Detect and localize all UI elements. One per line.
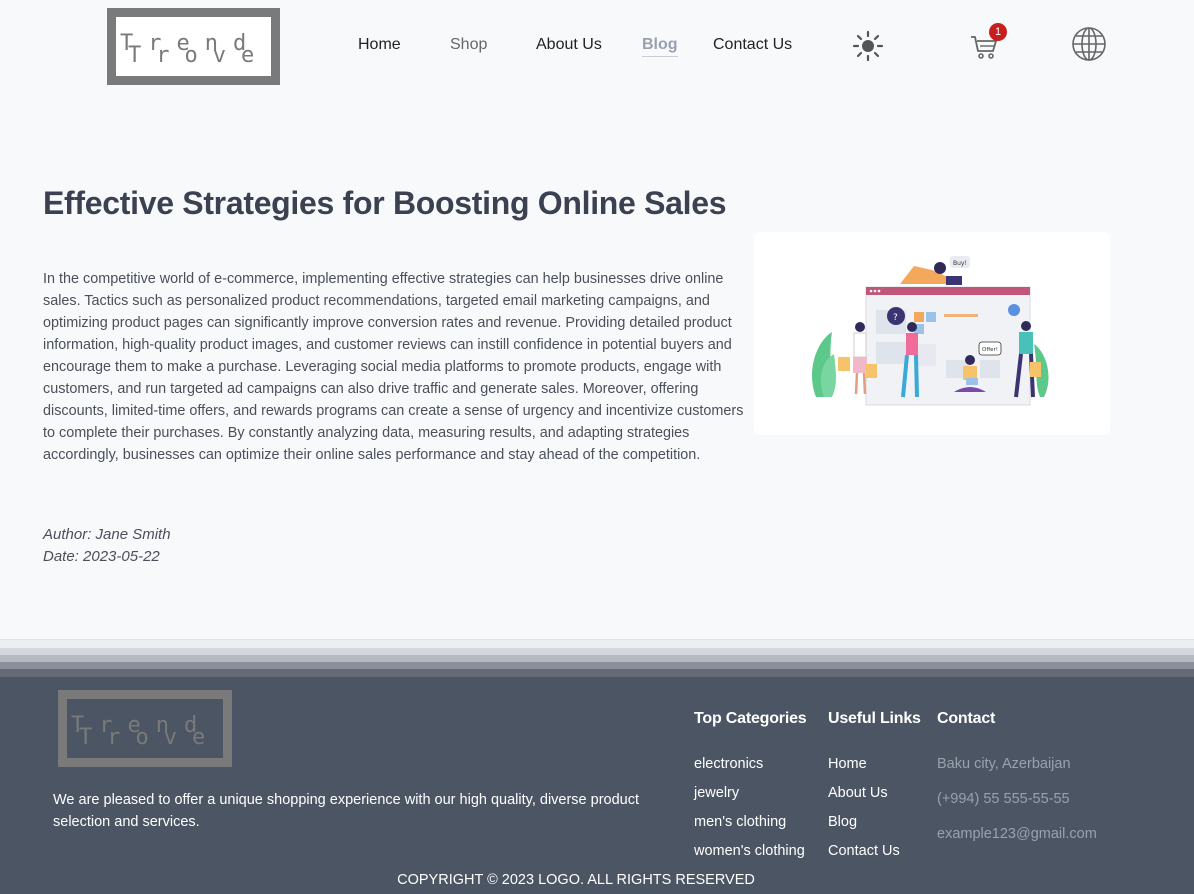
article-illustration: Buy! Offer! ? [754,232,1110,435]
bubble-question: ? [893,313,898,323]
article-date: Date: 2023-05-22 [43,548,160,565]
contact-email[interactable]: example123@gmail.com [937,826,1097,861]
footer-link-about-us[interactable]: About Us [828,785,900,814]
category-link-electronics[interactable]: electronics [694,756,805,785]
footer-divider [0,662,1194,669]
footer-divider [0,648,1194,655]
top-categories-list: electronics jewelry men's clothing women… [694,756,805,872]
contact-address: Baku city, Azerbaijan [937,756,1071,772]
footer-divider [0,655,1194,662]
contact-heading: Contact [937,710,996,727]
globe-icon[interactable] [1071,26,1107,62]
footer-link-contact-us[interactable]: Contact Us [828,843,900,872]
online-shopping-illustration: Buy! Offer! ? [811,256,1049,406]
useful-links-heading: Useful Links [828,710,921,727]
category-link-mens-clothing[interactable]: men's clothing [694,814,805,843]
contact-list: Baku city, Azerbaijan (+994) 55 555-55-5… [937,756,1097,861]
nav-contact-us[interactable]: Contact Us [713,36,792,54]
nav-shop[interactable]: Shop [450,36,487,54]
logo-line-2: Trove [128,43,270,68]
footer: Trend Trove We are pleased to offer a un… [0,677,1194,894]
nav-home[interactable]: Home [358,36,401,54]
footer-logo-line-2: Trove [79,725,221,750]
footer-divider [0,639,1194,648]
footer-link-blog[interactable]: Blog [828,814,900,843]
article-meta: Author: Jane Smith Date: 2023-05-22 [43,524,171,568]
sun-icon[interactable] [852,30,884,62]
footer-divider [0,669,1194,677]
cart-count-badge: 1 [989,23,1007,41]
top-categories-heading: Top Categories [694,710,807,727]
logo[interactable]: Trend Trove [107,8,280,85]
footer-tagline: We are pleased to offer a unique shoppin… [53,792,640,830]
bubble-offer: Offer! [982,347,998,353]
footer-link-home[interactable]: Home [828,756,900,785]
category-link-jewelry[interactable]: jewelry [694,785,805,814]
contact-phone[interactable]: (+994) 55 555-55-55 [937,791,1097,826]
bubble-buy: Buy! [953,260,967,267]
article-title: Effective Strategies for Boosting Online… [43,185,727,221]
article-author: Author: Jane Smith [43,526,171,543]
useful-links-list: Home About Us Blog Contact Us [828,756,900,872]
copyright: COPYRIGHT © 2023 LOGO. ALL RIGHTS RESERV… [397,872,755,888]
nav-blog[interactable]: Blog [642,36,678,57]
category-link-womens-clothing[interactable]: women's clothing [694,843,805,872]
nav-about-us[interactable]: About Us [536,36,602,54]
article-body: In the competitive world of e-commerce, … [43,271,744,463]
footer-logo[interactable]: Trend Trove [58,690,232,767]
